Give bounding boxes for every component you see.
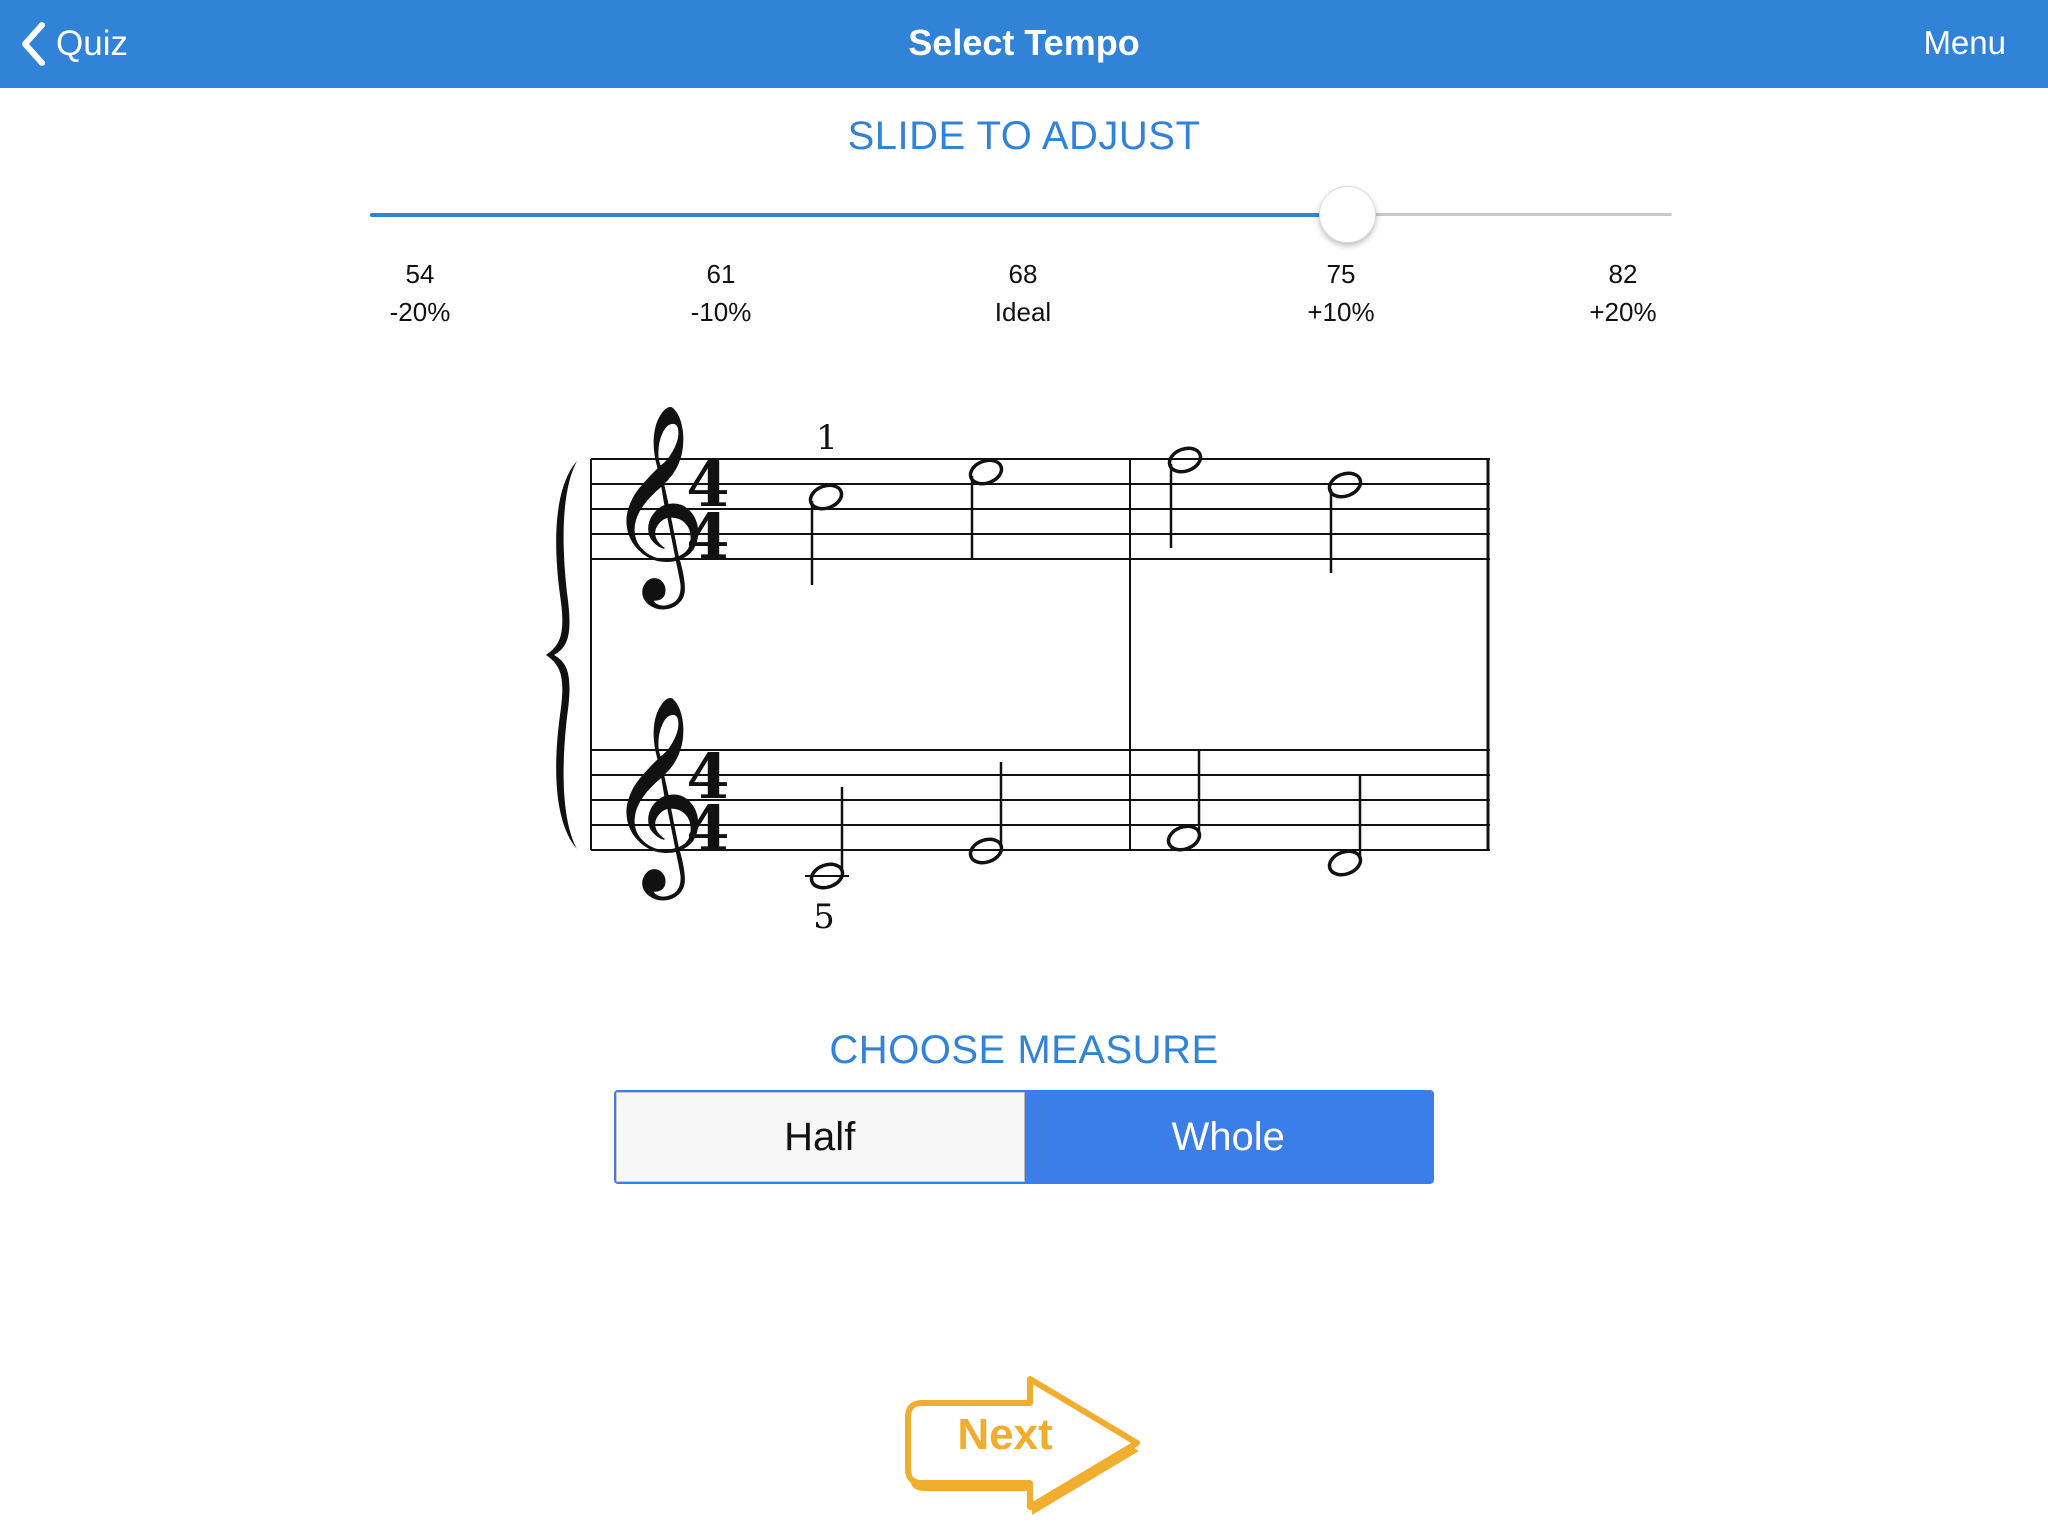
fingering-number: 5	[813, 897, 835, 937]
menu-button[interactable]: Menu	[1923, 24, 2006, 62]
whole-measure-button[interactable]: Whole	[1024, 1092, 1432, 1182]
measure-segmented-control: Half Whole	[614, 1090, 1434, 1184]
next-label: Next	[957, 1410, 1053, 1459]
slide-to-adjust-heading: SLIDE TO ADJUST	[847, 114, 1201, 158]
half-note	[1166, 749, 1202, 852]
tick-label: +10%	[1307, 297, 1375, 327]
tick-minus-10: 61 -10%	[641, 255, 801, 331]
half-note	[1327, 774, 1363, 877]
fingering-number: 1	[816, 418, 838, 458]
tick-bpm: 54	[405, 259, 435, 289]
navigation-bar: Quiz Select Tempo Menu	[0, 0, 2048, 88]
half-note	[968, 762, 1004, 865]
tick-label: Ideal	[994, 297, 1052, 327]
grand-staff: 𝄞 𝄞 4 4 4 4 1 5	[546, 403, 1490, 937]
next-button[interactable]: Next	[900, 1365, 1150, 1515]
tick-ideal: 68 Ideal	[943, 255, 1103, 331]
tick-bpm: 68	[1008, 259, 1038, 289]
tick-bpm: 82	[1608, 259, 1638, 289]
time-signature-bottom: 4	[686, 500, 729, 573]
brace-icon	[546, 461, 577, 849]
tick-plus-10: 75 +10%	[1261, 255, 1421, 331]
sheet-music: 𝄞 𝄞 4 4 4 4 1 5	[540, 403, 1500, 945]
half-measure-button[interactable]: Half	[616, 1092, 1025, 1182]
slider-fill	[370, 213, 1347, 217]
tempo-slider[interactable]	[370, 186, 1672, 243]
time-signature-bottom: 4	[686, 792, 729, 865]
slider-thumb[interactable]	[1319, 186, 1376, 243]
half-note	[805, 787, 849, 890]
tick-bpm: 75	[1326, 259, 1356, 289]
tick-bpm: 61	[706, 259, 736, 289]
tick-label: -10%	[690, 297, 752, 327]
tick-label: -20%	[389, 297, 451, 327]
choose-measure-heading: CHOOSE MEASURE	[829, 1028, 1219, 1072]
tick-plus-20: 82 +20%	[1543, 255, 1703, 331]
tick-minus-20: 54 -20%	[340, 255, 500, 331]
page-title: Select Tempo	[908, 22, 1140, 63]
tick-label: +20%	[1589, 297, 1657, 327]
